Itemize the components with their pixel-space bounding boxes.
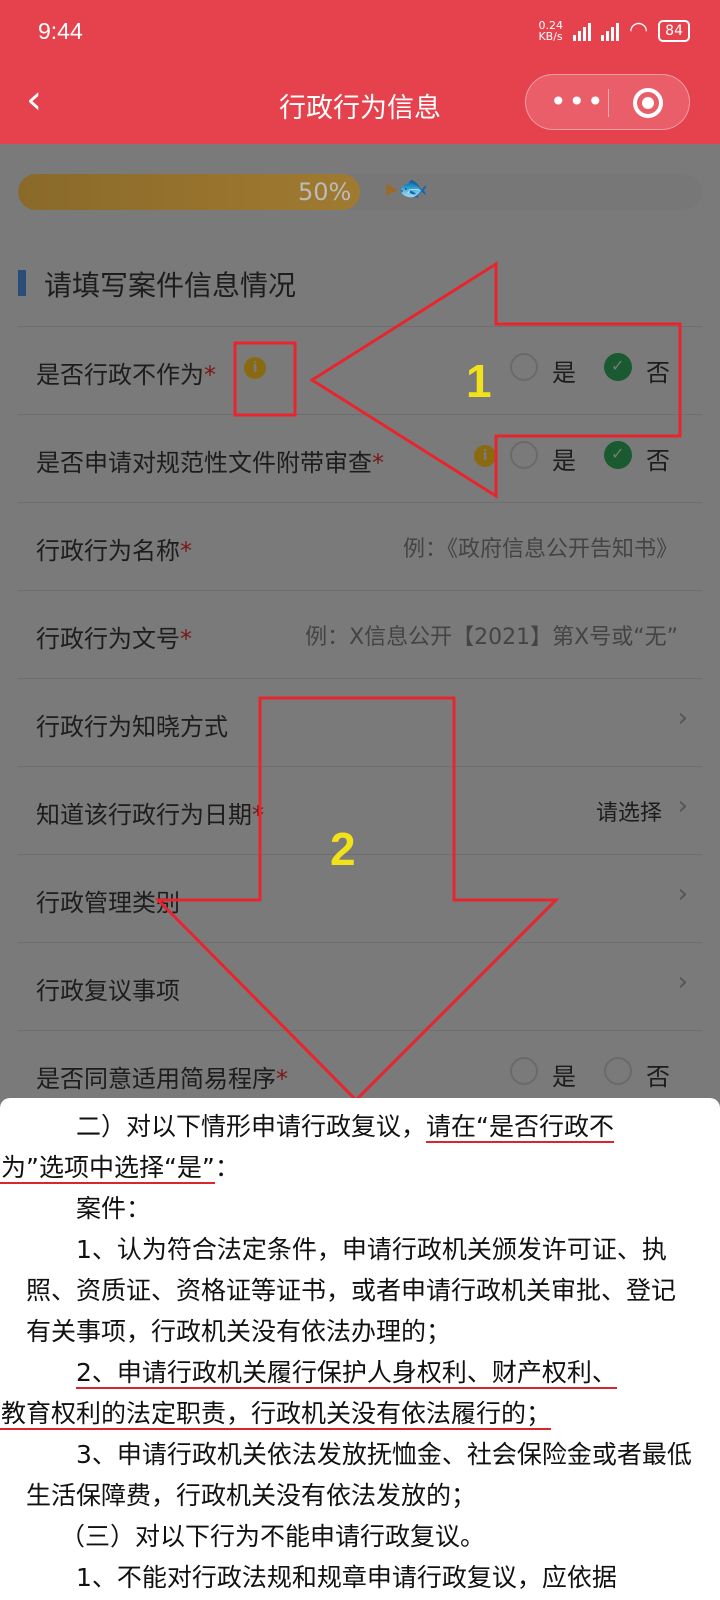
- date-picker-value[interactable]: 请选择: [596, 795, 662, 827]
- field-inaction: 是否行政不作为* i 是 否: [18, 326, 702, 414]
- radio-yes-label: 是: [552, 359, 576, 387]
- field-label: 是否行政不作为: [36, 361, 204, 389]
- radio-yes[interactable]: [510, 353, 538, 381]
- required-mark: *: [204, 361, 216, 389]
- progress-label: 50%: [298, 178, 352, 206]
- field-label: 行政行为文号: [36, 625, 180, 653]
- field-know-way[interactable]: 行政行为知晓方式 ›: [18, 678, 702, 766]
- chevron-right-icon: ›: [677, 791, 688, 821]
- field-act-name[interactable]: 行政行为名称* 例：《政府信息公开告知书》: [18, 502, 702, 590]
- required-mark: *: [180, 625, 192, 653]
- radio-yes[interactable]: [510, 441, 538, 469]
- battery-icon: 84: [658, 19, 690, 42]
- act-name-input[interactable]: 例：《政府信息公开告知书》: [403, 531, 678, 563]
- status-icons: 0.24 KB/s ◠ 84: [538, 18, 690, 43]
- doc-text: ：: [214, 1153, 240, 1182]
- signal-icon-2: [600, 21, 619, 41]
- doc-text: 二）对以下情形申请行政复议，: [76, 1112, 427, 1141]
- radio-no-label: 否: [646, 359, 670, 387]
- miniprogram-capsule: •••: [525, 74, 690, 130]
- more-icon[interactable]: •••: [550, 85, 606, 118]
- field-label: 行政管理类别: [36, 889, 180, 917]
- doc-paragraph: （三）对以下行为不能申请行政复议。: [60, 1522, 486, 1551]
- required-mark: *: [276, 1065, 288, 1093]
- required-mark: *: [180, 537, 192, 565]
- radio-yes[interactable]: [510, 1057, 538, 1085]
- field-act-number[interactable]: 行政行为文号* 例：X信息公开【2021】第X号或“无”: [18, 590, 702, 678]
- doc-underlined-text: 作为”选项中选择“是”: [0, 1153, 215, 1184]
- status-time: 9:44: [38, 18, 83, 44]
- net-speed: 0.24 KB/s: [538, 18, 563, 43]
- progress-fish-icon: ▸🐟: [386, 174, 428, 202]
- radio-yes-label: 是: [552, 1063, 576, 1091]
- doc-paragraph: 1、认为符合法定条件，申请行政机关颁发许可证、执照、资质证、资格证等证书，或者申…: [26, 1235, 677, 1346]
- doc-underlined-text: 2、申请行政机关履行保护人身权利、财产权利、: [76, 1358, 617, 1389]
- document-excerpt: 二）对以下情形申请行政复议，请在“是否行政不作为”选项中选择“是”： 案件： 1…: [0, 1098, 720, 1600]
- radio-no-checked[interactable]: [604, 353, 632, 381]
- signal-icon: [572, 21, 591, 41]
- info-icon[interactable]: i: [244, 357, 266, 379]
- radio-yes-label: 是: [552, 447, 576, 475]
- chevron-right-icon: ›: [677, 879, 688, 909]
- field-label: 是否同意适用简易程序: [36, 1065, 276, 1093]
- section-title: 请填写案件信息情况: [18, 264, 296, 304]
- status-bar: 9:44 0.24 KB/s ◠ 84: [0, 0, 720, 66]
- annotation-number-2: 2: [330, 823, 356, 875]
- required-mark: *: [252, 801, 264, 829]
- doc-paragraph: 2、申请行政机关履行保护人身权利、财产权利、受教育权利的法定职责，行政机关没有依…: [0, 1352, 694, 1434]
- field-review-item[interactable]: 行政复议事项 ›: [18, 942, 702, 1030]
- field-label: 知道该行政行为日期: [36, 801, 252, 829]
- radio-no-checked[interactable]: [604, 441, 632, 469]
- field-know-date[interactable]: 知道该行政行为日期* 请选择 ›: [18, 766, 702, 854]
- doc-underlined-text: 受教育权利的法定职责，行政机关没有依法履行的；: [0, 1399, 552, 1430]
- required-mark: *: [372, 449, 384, 477]
- doc-paragraph: 二）对以下情形申请行政复议，请在“是否行政不作为”选项中选择“是”：: [0, 1106, 694, 1188]
- field-normative: 是否申请对规范性文件附带审查* i 是 否: [18, 414, 702, 502]
- capsule-divider: [608, 89, 609, 117]
- wifi-icon: ◠: [628, 18, 649, 43]
- chevron-right-icon: ›: [677, 967, 688, 997]
- doc-paragraph: 3、申请行政机关依法发放抚恤金、社会保险金或者最低生活保障费，行政机关没有依法发…: [26, 1440, 692, 1510]
- doc-underlined-text: 请在“是否行政不: [426, 1112, 614, 1143]
- field-mgmt-type[interactable]: 行政管理类别 ›: [18, 854, 702, 942]
- info-icon[interactable]: i: [474, 445, 496, 467]
- close-miniprogram-icon[interactable]: [633, 88, 663, 118]
- chevron-right-icon: ›: [677, 703, 688, 733]
- field-label: 行政复议事项: [36, 977, 180, 1005]
- radio-no-label: 否: [646, 447, 670, 475]
- field-label: 行政行为名称: [36, 537, 180, 565]
- progress-bar: 50% ▸🐟: [18, 174, 702, 210]
- radio-no[interactable]: [604, 1057, 632, 1085]
- doc-paragraph: 案件：: [76, 1194, 152, 1223]
- field-label: 是否申请对规范性文件附带审查: [36, 449, 372, 477]
- nav-bar: ‹ 行政行为信息 •••: [0, 66, 720, 144]
- radio-no-label: 否: [646, 1063, 670, 1091]
- annotation-number-1: 1: [466, 355, 492, 407]
- act-number-input[interactable]: 例：X信息公开【2021】第X号或“无”: [305, 619, 678, 651]
- doc-paragraph: 1、不能对行政法规和规章申请行政复议，应依据: [76, 1563, 617, 1592]
- field-label: 行政行为知晓方式: [36, 713, 228, 741]
